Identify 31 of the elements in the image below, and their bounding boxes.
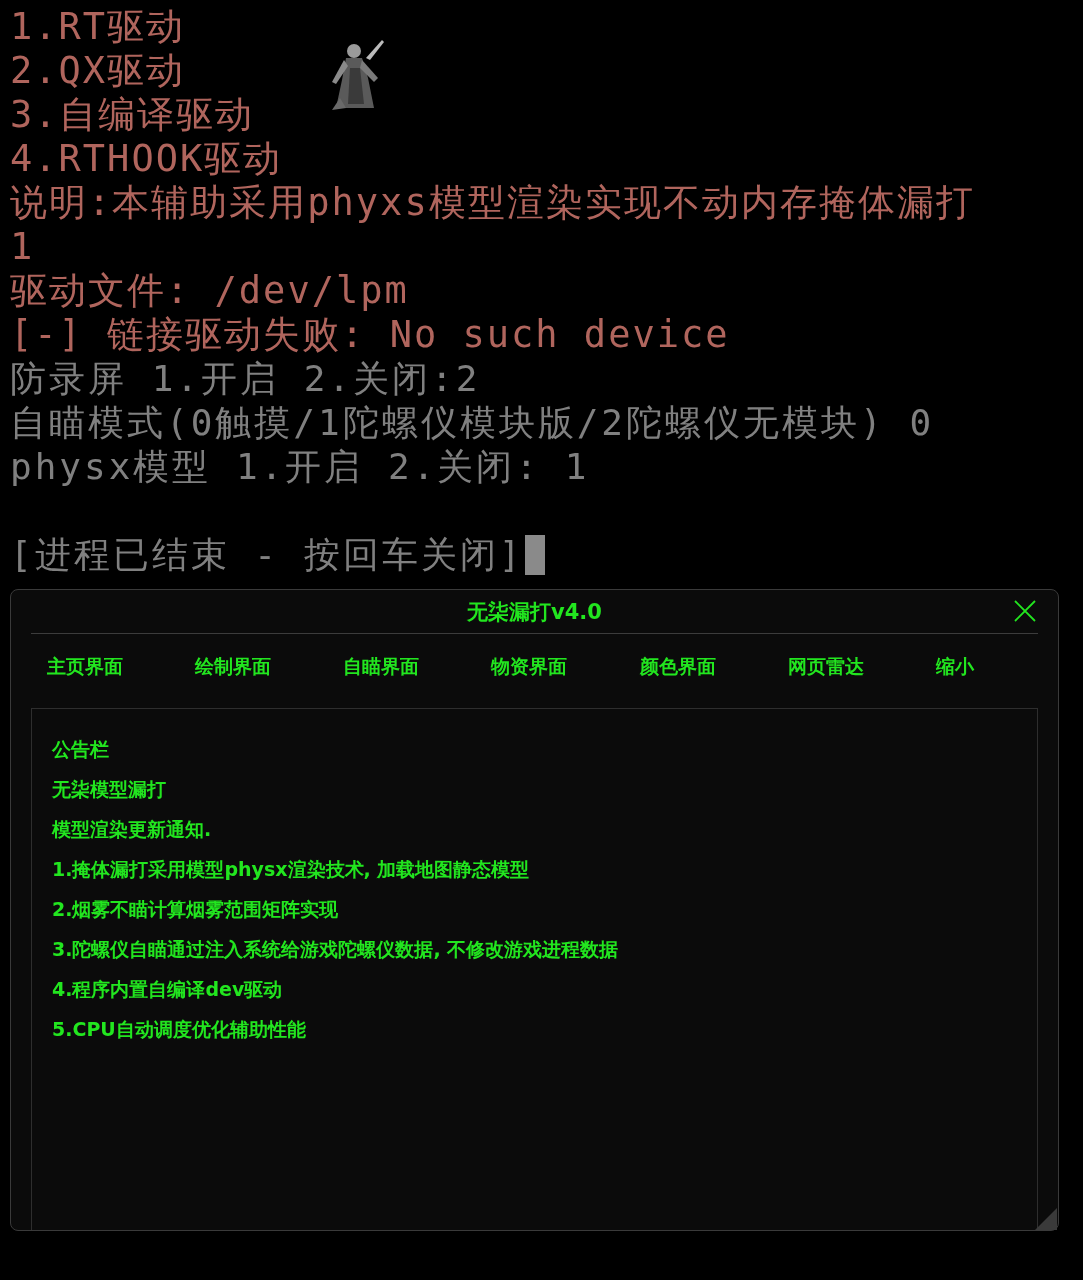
terminal-line: 4.RTHOOK驱动 (10, 137, 283, 181)
notice-line: 模型渲染更新通知. (52, 817, 212, 842)
notice-line: 无柒模型漏打 (52, 777, 166, 802)
notice-line: 3.陀螺仪自瞄通过注入系统给游戏陀螺仪数据, 不修改游戏进程数据 (52, 937, 619, 962)
menu-tab[interactable]: 主页界面 (47, 654, 123, 680)
menu-tab[interactable]: 颜色界面 (639, 654, 716, 680)
terminal-line: 说明:本辅助采用phyxs模型渲染实现不动内存掩体漏打 (10, 181, 975, 225)
window-title: 无柒漏打v4.0 (467, 599, 602, 626)
text-cursor (525, 535, 546, 575)
close-icon[interactable] (1014, 600, 1036, 622)
menu-tab[interactable]: 自瞄界面 (343, 654, 420, 680)
terminal-line: [-] 链接驱动失败: No such device (10, 313, 730, 357)
menu-tab[interactable]: 物资界面 (491, 654, 568, 680)
terminal-line: 2.QX驱动 (10, 49, 186, 93)
notice-line: 5.CPU自动调度优化辅助性能 (52, 1017, 306, 1042)
terminal-line: 自瞄模式(0触摸/1陀螺仪模块版/2陀螺仪无模块) 0 (10, 401, 935, 445)
menu-tab[interactable]: 绘制界面 (195, 654, 272, 680)
menu-tab[interactable]: 缩小 (935, 654, 974, 680)
terminal-line: 防录屏 1.开启 2.关闭:2 (10, 357, 481, 401)
terminal-line: physx模型 1.开启 2.关闭: 1 (10, 445, 590, 489)
terminal-line: 1.RT驱动 (10, 5, 186, 49)
notice-line: 4.程序内置自编译dev驱动 (52, 977, 283, 1002)
panel-title: 公告栏 (52, 737, 109, 762)
terminal-line: 1 (10, 225, 35, 269)
terminal-line: 3.自编译驱动 (10, 93, 254, 137)
terminal-line: 驱动文件: /dev/lpm (10, 269, 409, 313)
notice-line: 2.烟雾不瞄计算烟雾范围矩阵实现 (52, 897, 339, 922)
resize-grip-icon[interactable] (1035, 1208, 1057, 1230)
notice-line: 1.掩体漏打采用模型physx渲染技术, 加载地图静态模型 (52, 857, 530, 882)
terminal-line: [进程已结束 - 按回车关闭] (10, 533, 524, 577)
menu-tab[interactable]: 网页雷达 (787, 654, 864, 680)
